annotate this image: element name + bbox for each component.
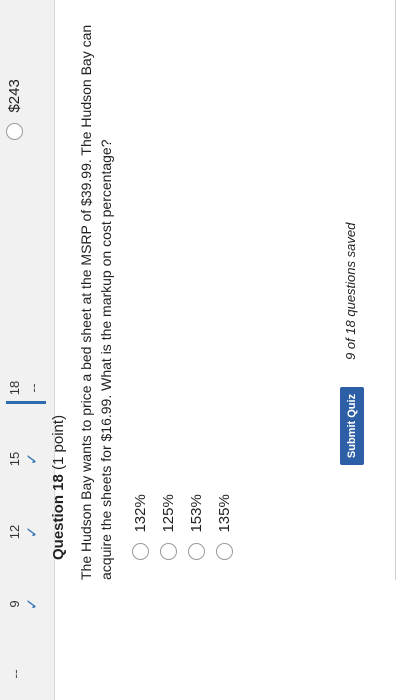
checkmark-icon: ✓: [24, 597, 41, 611]
radio-icon[interactable]: [6, 123, 24, 140]
option-label: 125%: [160, 494, 178, 533]
quiz-page: -- 9 ✓ 12 ✓ 15 ✓ 18 -- $243 Question 18 …: [0, 0, 407, 700]
answer-option[interactable]: 153%: [188, 494, 210, 560]
question-title: Question 18: [50, 474, 67, 560]
current-indicator: [6, 401, 46, 404]
option-label: 132%: [132, 494, 150, 533]
nav-item-number: 15: [7, 451, 22, 467]
checkmark-icon: ✓: [24, 525, 41, 539]
question-text: The Hudson Bay wants to price a bed shee…: [78, 24, 114, 580]
radio-icon[interactable]: [132, 543, 150, 560]
nav-item-number: 18: [7, 380, 22, 396]
previous-answer-option[interactable]: $243: [6, 79, 28, 140]
radio-icon[interactable]: [160, 543, 178, 560]
nav-item-12[interactable]: 12 ✓: [6, 516, 46, 548]
nav-item-15[interactable]: 15 ✓: [6, 443, 46, 475]
nav-item-number: 12: [7, 524, 22, 540]
nav-item-9[interactable]: 9 ✓: [6, 588, 46, 620]
option-label: 135%: [216, 494, 234, 533]
unanswered-icon: --: [7, 669, 23, 679]
radio-icon[interactable]: [188, 543, 206, 560]
submit-quiz-button[interactable]: Submit Quiz: [340, 387, 364, 465]
answer-option[interactable]: 135%: [216, 494, 238, 560]
answer-option[interactable]: 125%: [160, 494, 182, 560]
question-points: (1 point): [50, 414, 67, 470]
radio-icon[interactable]: [216, 543, 234, 560]
checkmark-icon: ✓: [24, 452, 41, 466]
question-heading: Question 18 (1 point): [50, 415, 67, 560]
nav-item-18[interactable]: 18 --: [6, 372, 46, 404]
unanswered-icon: --: [25, 383, 41, 393]
answer-option[interactable]: 132%: [132, 494, 154, 560]
option-label: $243: [6, 79, 24, 113]
saved-status: 9 of 18 questions saved: [343, 222, 358, 360]
nav-item-prev[interactable]: --: [6, 658, 46, 690]
option-label: 153%: [188, 494, 206, 533]
nav-item-number: 9: [7, 600, 22, 608]
divider: [395, 0, 396, 580]
